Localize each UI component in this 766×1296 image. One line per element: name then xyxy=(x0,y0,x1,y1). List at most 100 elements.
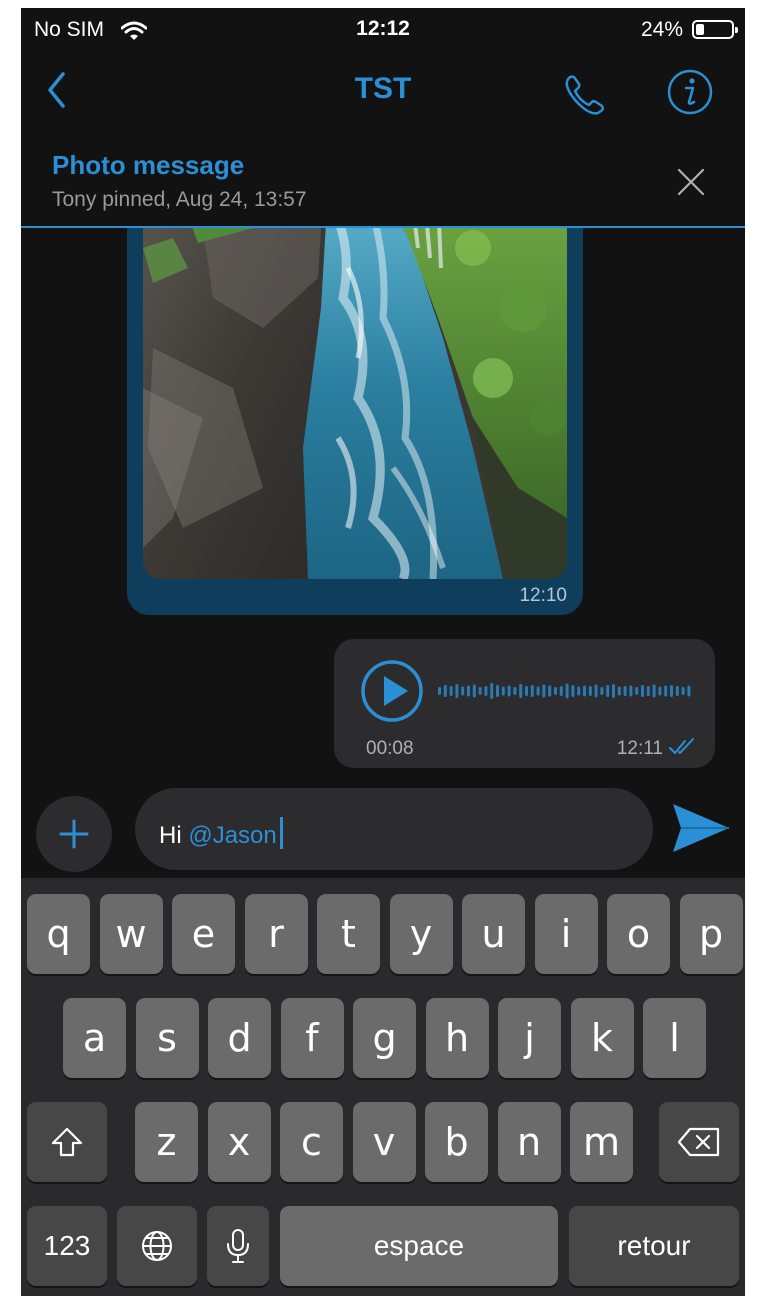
waveform-bar xyxy=(588,686,592,696)
waveform-bar xyxy=(525,686,528,696)
backspace-key[interactable] xyxy=(659,1102,739,1182)
waveform-bar xyxy=(675,686,679,696)
key-d[interactable]: d xyxy=(208,998,271,1078)
key-p[interactable]: p xyxy=(679,894,743,974)
photo-message-bubble[interactable]: 12:10 xyxy=(127,228,583,615)
waveform-bar xyxy=(461,686,465,696)
waveform-bar xyxy=(519,684,523,698)
waveform-bar xyxy=(646,686,650,696)
pinned-subtitle: Tony pinned, Aug 24, 13:57 xyxy=(52,188,307,211)
photo-thumbnail[interactable] xyxy=(143,228,567,579)
battery-icon xyxy=(692,20,738,39)
waveform-bar xyxy=(443,685,447,697)
nav-bar: TST xyxy=(21,50,745,138)
chat-title[interactable]: TST xyxy=(21,72,745,106)
space-key[interactable]: espace xyxy=(280,1206,558,1286)
waveform-bar xyxy=(681,687,685,695)
waveform-bar xyxy=(536,686,540,696)
play-icon[interactable] xyxy=(360,659,424,723)
key-r[interactable]: r xyxy=(244,894,308,974)
key-w[interactable]: w xyxy=(99,894,163,974)
waveform-bar xyxy=(641,685,644,697)
waveform-bar xyxy=(438,687,441,695)
waveform-bar xyxy=(623,686,627,696)
waveform[interactable] xyxy=(438,679,694,703)
key-u[interactable]: u xyxy=(462,894,525,974)
keyboard: 123 espace retour qwertyuiop asdfghjkl zxc… xyxy=(21,878,745,1296)
mention-tag[interactable]: @Jason xyxy=(188,822,276,849)
key-h[interactable]: h xyxy=(425,998,489,1078)
waveform-bar xyxy=(467,685,470,697)
add-attachment-button[interactable] xyxy=(36,796,112,872)
backspace-icon xyxy=(677,1127,720,1157)
waveform-bar xyxy=(449,686,453,696)
pinned-title: Photo message xyxy=(52,150,245,180)
waveform-bar xyxy=(652,684,656,698)
key-g[interactable]: g xyxy=(353,998,416,1078)
key-l[interactable]: l xyxy=(643,998,706,1078)
key-m[interactable]: m xyxy=(570,1102,633,1182)
pinned-message-banner[interactable]: Photo message Tony pinned, Aug 24, 13:57 xyxy=(21,140,745,228)
key-c[interactable]: c xyxy=(280,1102,343,1182)
phone-screen: No SIM 12:12 24% TST Photo message Tony … xyxy=(21,8,745,1296)
text-caret xyxy=(279,817,283,849)
key-s[interactable]: s xyxy=(135,998,199,1078)
key-v[interactable]: v xyxy=(352,1102,416,1182)
message-input[interactable]: Hi @Jason xyxy=(135,788,653,870)
input-text: Hi xyxy=(159,822,189,849)
voice-duration: 00:08 xyxy=(366,738,414,759)
photo-message-time: 12:10 xyxy=(519,585,567,606)
waveform-bar xyxy=(629,685,633,697)
key-f[interactable]: f xyxy=(280,998,344,1078)
key-z[interactable]: z xyxy=(135,1102,198,1182)
key-a[interactable]: a xyxy=(63,998,126,1078)
waveform-bar xyxy=(565,683,569,699)
message-list[interactable]: 12:10 00:08 12:11 xyxy=(21,228,745,788)
key-y[interactable]: y xyxy=(389,894,453,974)
key-e[interactable]: e xyxy=(172,894,235,974)
return-key[interactable]: retour xyxy=(569,1206,739,1286)
dictation-key[interactable] xyxy=(207,1206,269,1286)
voice-message-bubble[interactable]: 00:08 12:11 xyxy=(334,639,715,768)
key-t[interactable]: t xyxy=(317,894,380,974)
key-q[interactable]: q xyxy=(27,894,90,974)
numbers-key[interactable]: 123 xyxy=(27,1206,107,1286)
phone-icon[interactable] xyxy=(561,70,609,118)
status-bar: No SIM 12:12 24% xyxy=(21,8,745,50)
waveform-bar xyxy=(530,685,534,697)
waveform-bar xyxy=(496,685,499,697)
waveform-bar xyxy=(658,686,662,696)
waveform-bar xyxy=(542,684,546,698)
clock: 12:12 xyxy=(356,17,410,40)
waveform-bar xyxy=(687,685,691,697)
waveform-bar xyxy=(472,684,476,698)
waveform-bar xyxy=(612,684,615,698)
key-b[interactable]: b xyxy=(425,1102,488,1182)
waveform-bar xyxy=(635,687,639,695)
waveform-bar xyxy=(513,687,517,695)
globe-key[interactable] xyxy=(117,1206,197,1286)
send-icon[interactable] xyxy=(669,800,733,856)
river-photo-image xyxy=(143,228,567,579)
waveform-bar xyxy=(455,684,459,698)
key-o[interactable]: o xyxy=(607,894,670,974)
key-j[interactable]: j xyxy=(498,998,561,1078)
microphone-icon xyxy=(227,1229,249,1263)
key-n[interactable]: n xyxy=(497,1102,561,1182)
waveform-bar xyxy=(559,686,563,696)
shift-icon xyxy=(51,1127,83,1157)
waveform-bar xyxy=(507,685,511,697)
key-k[interactable]: k xyxy=(570,998,634,1078)
waveform-bar xyxy=(617,686,621,696)
key-x[interactable]: x xyxy=(207,1102,271,1182)
waveform-bar xyxy=(577,686,581,696)
globe-icon xyxy=(142,1231,172,1261)
waveform-bar xyxy=(606,685,610,697)
shift-key[interactable] xyxy=(27,1102,107,1182)
key-i[interactable]: i xyxy=(534,894,598,974)
close-icon[interactable] xyxy=(673,164,709,200)
plus-icon xyxy=(59,819,89,849)
message-composer: Hi @Jason xyxy=(21,788,745,878)
info-icon[interactable] xyxy=(666,68,714,116)
waveform-bar xyxy=(548,685,552,697)
